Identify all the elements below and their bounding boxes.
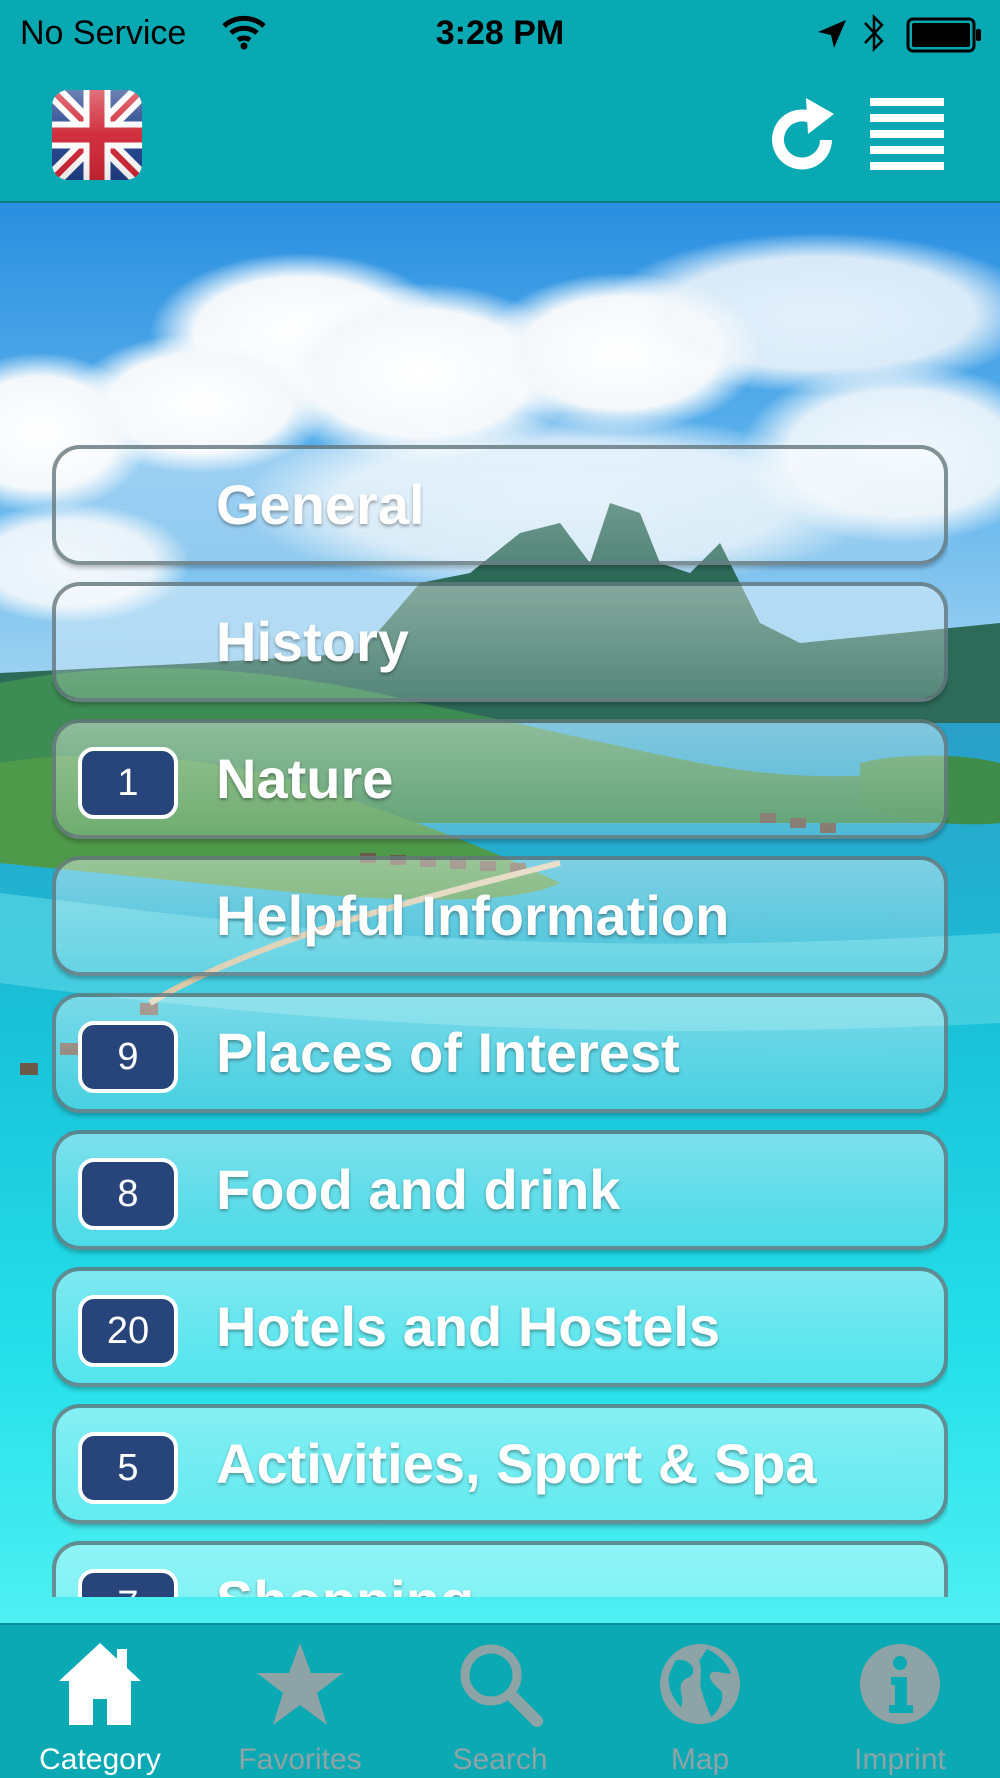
tab-search[interactable]: Search [400,1625,600,1778]
category-row-activities-sport-spa[interactable]: 5 Activities, Sport & Spa [52,1404,948,1524]
category-row-food-and-drink[interactable]: 8 Food and drink [52,1130,948,1250]
tab-label: Search [452,1743,548,1776]
count-badge: 9 [78,1021,178,1093]
category-label: Food and drink [216,1158,621,1221]
count-badge: 8 [78,1158,178,1230]
count-badge: 20 [78,1295,178,1367]
uk-flag-icon[interactable] [52,90,142,180]
tab-label: Map [670,1743,730,1776]
tab-label: Category [39,1743,161,1776]
category-list: General History 1 Nature Helpful Informa… [52,445,948,1597]
app-screen: No Service 3:28 PM General History 1 Nat… [0,0,1000,1778]
category-row-nature[interactable]: 1 Nature [52,719,948,839]
category-label: Hotels and Hostels [216,1295,721,1358]
hamburger-menu-icon[interactable] [870,98,944,170]
globe-icon [660,1644,740,1724]
category-label: Activities, Sport & Spa [216,1432,817,1495]
status-bar: No Service 3:28 PM [0,0,1000,70]
tab-label: Imprint [854,1743,946,1776]
info-icon [860,1644,940,1724]
category-row-history[interactable]: History [52,582,948,702]
bluetooth-icon [864,13,884,53]
count-badge: 1 [78,747,178,819]
tab-map[interactable]: Map [600,1625,800,1778]
nav-bar [0,70,1000,203]
tab-imprint[interactable]: Imprint [800,1625,1000,1778]
tab-label: Favorites [238,1743,362,1776]
category-label: Shopping [216,1545,474,1597]
count-badge: 7 [78,1569,178,1597]
category-row-places-of-interest[interactable]: 9 Places of Interest [52,993,948,1113]
tab-category[interactable]: Category [0,1625,200,1778]
category-label: Helpful Information [216,884,730,947]
location-arrow-icon [818,20,846,48]
category-label: History [216,610,409,673]
category-row-helpful-information[interactable]: Helpful Information [52,856,948,976]
category-row-shopping[interactable]: 7 Shopping [52,1541,948,1597]
category-label: Places of Interest [216,1021,680,1084]
battery-icon [906,17,981,53]
tab-bar: Category Favorites Search Map Imprint [0,1623,1000,1778]
clock: 3:28 PM [435,14,565,52]
category-label: Nature [216,747,394,810]
category-row-general[interactable]: General [52,445,948,565]
category-row-hotels-and-hostels[interactable]: 20 Hotels and Hostels [52,1267,948,1387]
home-icon [59,1643,141,1725]
refresh-icon[interactable] [768,94,836,174]
category-label: General [216,473,425,536]
count-badge: 5 [78,1432,178,1504]
search-icon [460,1644,543,1727]
star-icon [257,1643,343,1725]
tab-favorites[interactable]: Favorites [200,1625,400,1778]
